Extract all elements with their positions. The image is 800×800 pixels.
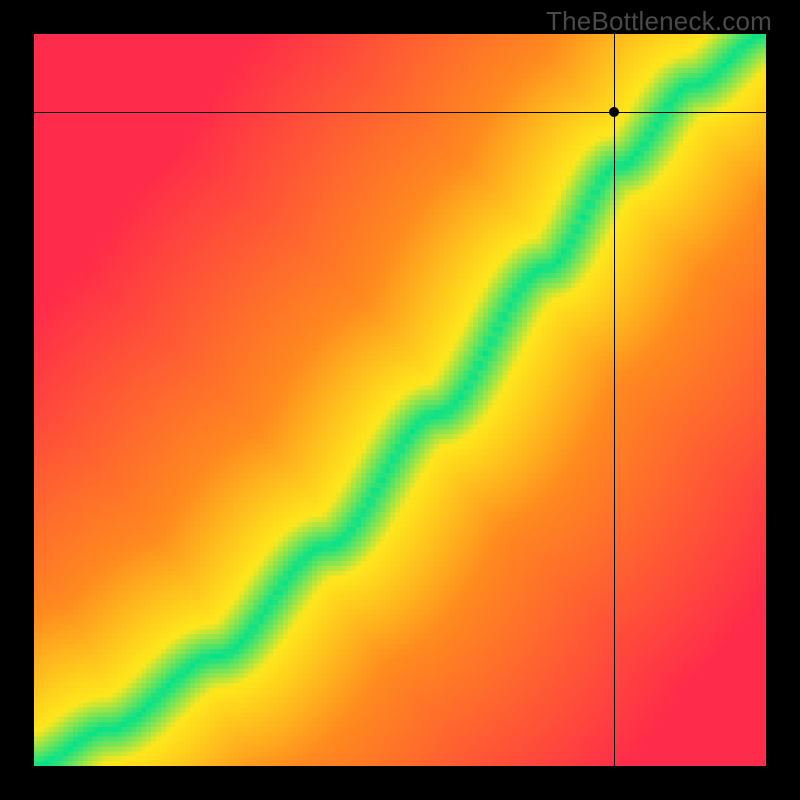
bottleneck-heatmap — [34, 34, 766, 766]
chart-container: TheBottleneck.com — [0, 0, 800, 800]
crosshair-vertical — [614, 34, 615, 766]
attribution-text: TheBottleneck.com — [546, 6, 772, 37]
plot-area — [34, 34, 766, 766]
crosshair-horizontal — [34, 112, 766, 113]
marker-dot — [609, 107, 619, 117]
